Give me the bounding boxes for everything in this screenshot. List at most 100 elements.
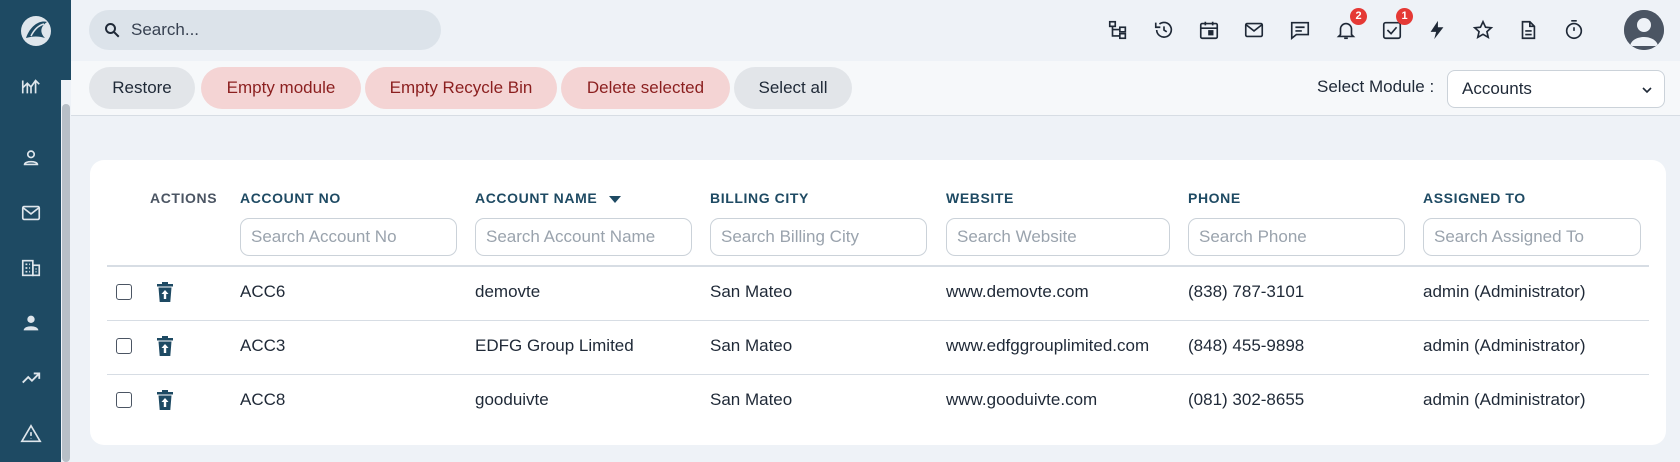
analytics-icon	[21, 79, 40, 94]
cell-website: www.edfggrouplimited.com	[946, 336, 1150, 355]
column-header-website[interactable]: WEBSITE	[946, 190, 1014, 206]
column-header-account-name[interactable]: ACCOUNT NAME	[475, 190, 622, 206]
column-header-assigned-to[interactable]: ASSIGNED TO	[1423, 190, 1526, 206]
cell-phone: (848) 455-9898	[1188, 336, 1305, 355]
restore-button[interactable]: Restore	[89, 67, 195, 109]
filter-assigned-to[interactable]	[1423, 218, 1641, 256]
filter-account-name[interactable]	[475, 218, 692, 256]
mail-icon	[21, 205, 40, 221]
column-header-account-name-label: ACCOUNT NAME	[475, 190, 598, 206]
sidebar-item-users[interactable]	[0, 303, 61, 343]
quick-actions-button[interactable]	[1424, 17, 1450, 43]
chevron-down-icon	[1642, 87, 1652, 94]
hierarchy-icon	[1108, 20, 1127, 40]
restore-trash-icon[interactable]	[153, 280, 177, 304]
cell-account-name: EDFG Group Limited	[475, 336, 634, 355]
filter-website[interactable]	[946, 218, 1170, 256]
history-icon	[1154, 21, 1173, 38]
chat-icon	[1290, 21, 1310, 40]
person-icon	[23, 315, 38, 331]
notifications-button[interactable]: 2	[1333, 8, 1367, 43]
cell-account-no: ACC8	[240, 390, 286, 409]
cell-website: www.demovte.com	[946, 282, 1089, 301]
hierarchy-button[interactable]	[1105, 17, 1131, 43]
row-checkbox[interactable]	[116, 284, 132, 300]
sidebar-scrollbar[interactable]	[61, 80, 71, 462]
filter-billing-city[interactable]	[710, 218, 927, 256]
sidebar-item-analytics[interactable]	[0, 66, 61, 106]
sidebar-item-mail[interactable]	[0, 193, 61, 233]
sidebar-item-reports[interactable]	[0, 358, 61, 398]
chat-button[interactable]	[1287, 17, 1313, 43]
cell-billing-city: San Mateo	[710, 390, 793, 409]
top-bar: 2 1	[71, 0, 1680, 61]
column-header-account-no[interactable]: ACCOUNT NO	[240, 190, 341, 206]
recycle-bin-toolbar: Restore Empty module Empty Recycle Bin D…	[71, 61, 1680, 116]
table-row: ACC6 demovte San Mateo www.demovte.com (…	[107, 267, 1649, 321]
building-icon	[21, 259, 40, 277]
row-checkbox[interactable]	[116, 392, 132, 408]
app-logo[interactable]	[0, 0, 71, 61]
cell-account-name: demovte	[475, 282, 541, 301]
sort-desc-icon[interactable]	[609, 195, 622, 203]
empty-module-button[interactable]: Empty module	[201, 67, 361, 109]
search-icon	[105, 23, 120, 38]
bolt-icon	[1430, 20, 1444, 40]
table-row: ACC8 gooduivte San Mateo www.gooduivte.c…	[107, 375, 1649, 429]
table-row: ACC3 EDFG Group Limited San Mateo www.ed…	[107, 321, 1649, 375]
mail-icon	[1244, 22, 1264, 38]
delete-selected-button[interactable]: Delete selected	[561, 67, 730, 109]
star-icon	[1472, 19, 1494, 39]
mail-button[interactable]	[1241, 17, 1267, 43]
search-input[interactable]	[131, 20, 431, 40]
cell-phone: (838) 787-3101	[1188, 282, 1305, 301]
timer-icon	[1565, 20, 1583, 40]
cell-billing-city: San Mateo	[710, 282, 793, 301]
select-module-label: Select Module :	[1317, 77, 1435, 96]
sidebar-item-contacts[interactable]	[0, 138, 61, 178]
user-avatar-icon	[1624, 10, 1664, 50]
sidebar	[0, 0, 71, 462]
global-search[interactable]	[89, 10, 441, 50]
favorites-button[interactable]	[1470, 17, 1496, 43]
cell-website: www.gooduivte.com	[946, 390, 1098, 409]
sidebar-item-accounts[interactable]	[0, 248, 61, 288]
calendar-button[interactable]	[1196, 17, 1222, 43]
select-all-button[interactable]: Select all	[734, 67, 852, 109]
column-header-billing-city[interactable]: BILLING CITY	[710, 190, 809, 206]
cell-assigned-to: admin (Administrator)	[1423, 282, 1586, 301]
records-card: ACTIONS ACCOUNT NO ACCOUNT NAME BILLING …	[90, 160, 1666, 445]
warning-icon	[19, 424, 42, 443]
column-header-actions: ACTIONS	[150, 190, 218, 206]
tasks-badge: 1	[1396, 8, 1413, 25]
empty-recycle-bin-button[interactable]: Empty Recycle Bin	[365, 67, 557, 109]
filter-phone[interactable]	[1188, 218, 1405, 256]
documents-button[interactable]	[1515, 17, 1541, 43]
cell-assigned-to: admin (Administrator)	[1423, 336, 1586, 355]
sidebar-item-alerts[interactable]	[0, 414, 61, 454]
cell-account-no: ACC3	[240, 336, 286, 355]
cell-assigned-to: admin (Administrator)	[1423, 390, 1586, 409]
restore-trash-icon[interactable]	[153, 388, 177, 412]
cell-account-no: ACC6	[240, 282, 286, 301]
trend-icon	[21, 372, 40, 384]
cell-phone: (081) 302-8655	[1188, 390, 1305, 409]
cell-billing-city: San Mateo	[710, 336, 793, 355]
column-header-phone[interactable]: PHONE	[1188, 190, 1241, 206]
row-checkbox[interactable]	[116, 338, 132, 354]
calendar-icon	[1199, 21, 1219, 40]
contacts-icon	[23, 150, 38, 166]
module-select-value: Accounts	[1462, 79, 1532, 98]
tasks-button[interactable]: 1	[1379, 8, 1413, 43]
cell-account-name: gooduivte	[475, 390, 549, 409]
user-avatar[interactable]	[1624, 10, 1664, 50]
logo-icon	[20, 15, 51, 46]
restore-trash-icon[interactable]	[153, 334, 177, 358]
notifications-badge: 2	[1350, 8, 1367, 25]
timer-button[interactable]	[1561, 17, 1587, 43]
document-icon	[1521, 20, 1536, 40]
history-button[interactable]	[1151, 17, 1177, 43]
filter-account-no[interactable]	[240, 218, 457, 256]
scrollbar-thumb[interactable]	[62, 104, 70, 462]
module-select[interactable]: Accounts	[1447, 70, 1665, 108]
